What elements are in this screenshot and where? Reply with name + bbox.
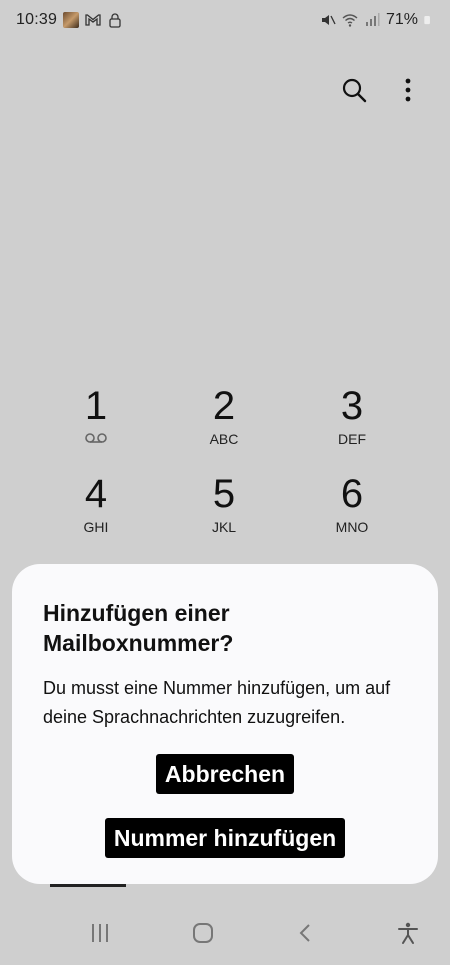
dialog-message: Du musst eine Nummer hinzufügen, um auf …: [43, 678, 391, 727]
wifi-icon: [342, 14, 358, 27]
key-digit: 3: [340, 384, 364, 428]
key-letters: MNO: [335, 519, 369, 535]
key-1[interactable]: 1: [32, 382, 160, 452]
home-button[interactable]: [187, 917, 219, 949]
back-button[interactable]: [289, 917, 321, 949]
status-bar-left: 10:39: [16, 11, 123, 29]
home-icon: [192, 923, 213, 943]
search-icon: [342, 78, 367, 103]
key-letters: ABC: [209, 431, 239, 447]
key-5[interactable]: 5 JKL: [160, 470, 288, 540]
key-digit: 1: [84, 384, 108, 428]
key-letters: DEF: [338, 431, 366, 447]
key-digit: 4: [84, 472, 108, 516]
recent-apps-icon: [92, 924, 108, 942]
mute-icon: [321, 15, 336, 25]
lock-icon: [109, 13, 121, 28]
recent-apps-button[interactable]: [84, 917, 116, 949]
voicemail-icon: [85, 433, 107, 443]
system-navigation-bar: [0, 901, 450, 965]
more-options-button[interactable]: [392, 74, 424, 106]
status-bar-right: 71%: [320, 11, 434, 29]
add-voicemail-number-dialog: Hinzufügen einer Mailboxnummer? Du musst…: [12, 564, 438, 884]
accessibility-icon: [397, 922, 418, 944]
key-digit: 5: [212, 472, 236, 516]
key-digit: 6: [340, 472, 364, 516]
more-options-icon: [405, 78, 411, 102]
search-button[interactable]: [338, 74, 370, 106]
key-3[interactable]: 3 DEF: [288, 382, 416, 452]
tab-indicator: [50, 884, 126, 887]
gmail-icon: [85, 14, 101, 26]
key-digit: 2: [212, 384, 236, 428]
avatar-thumbnail-icon: [63, 12, 80, 28]
key-letters: GHI: [83, 519, 109, 535]
dial-keypad: 1 2 ABC 3 DEF 4 GHI 5 JKL 6 MNO: [32, 382, 416, 540]
add-number-button[interactable]: Nummer hinzufügen: [104, 818, 346, 858]
key-6[interactable]: 6 MNO: [288, 470, 416, 540]
key-4[interactable]: 4 GHI: [32, 470, 160, 540]
signal-icon: [365, 13, 380, 26]
key-2[interactable]: 2 ABC: [160, 382, 288, 452]
status-time: 10:39: [16, 11, 58, 28]
status-bar: 10:39 71%: [0, 0, 450, 40]
back-icon: [299, 924, 311, 942]
accessibility-button[interactable]: [392, 917, 424, 949]
battery-percentage: 71%: [385, 11, 418, 28]
battery-icon: [424, 15, 430, 25]
dialog-title: Hinzufügen einer Mailboxnummer?: [43, 600, 234, 656]
cancel-button[interactable]: Abbrechen: [155, 754, 295, 794]
dialer-toolbar: [338, 74, 424, 106]
key-letters: JKL: [211, 519, 237, 535]
